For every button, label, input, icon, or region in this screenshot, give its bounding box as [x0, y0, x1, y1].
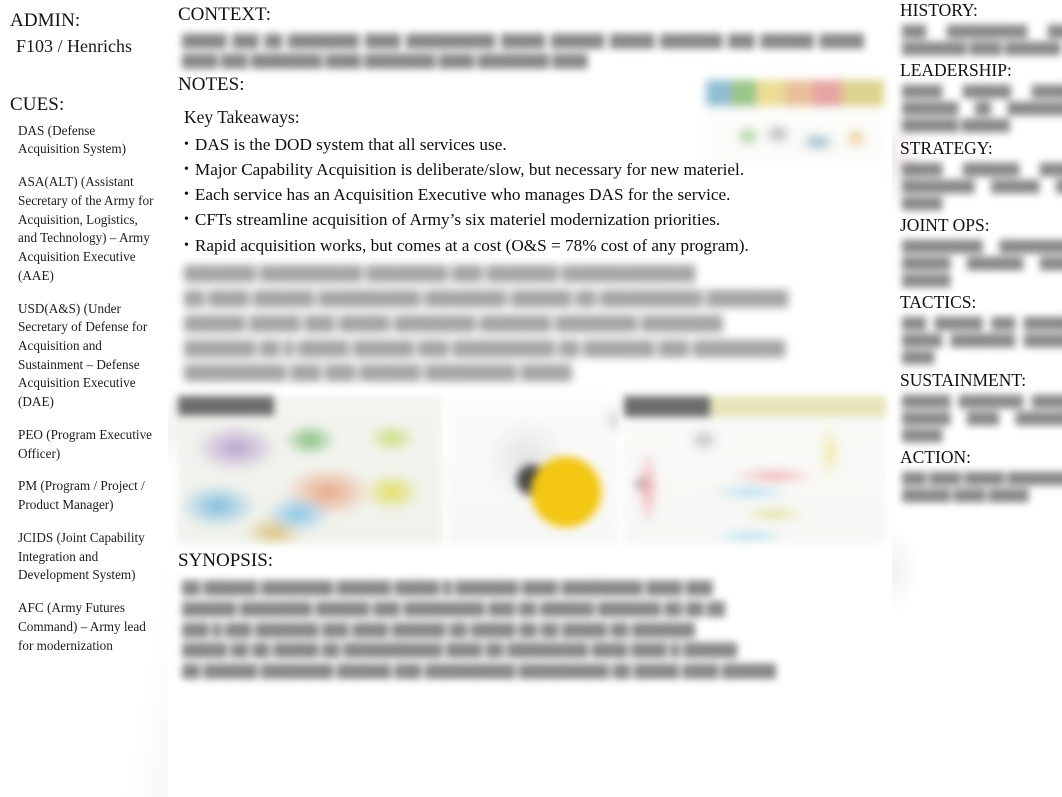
circular-lifecycle-diagram-thumbnail — [448, 395, 618, 544]
takeaway-text: DAS is the DOD system that all services … — [194, 135, 507, 155]
bullet-icon: • — [184, 212, 189, 228]
joint-ops-header: JOINT OPS: — [900, 214, 990, 235]
cue-item: JCIDS (Joint Capability Integration and … — [18, 529, 145, 583]
notes-body-line: ██ ████ ██████ ██████████ ████████ █████… — [184, 290, 789, 307]
joint-ops-body-redacted: ██████████ █████████ ██████ ███████ ████… — [902, 240, 1062, 288]
bullet-icon: • — [184, 137, 189, 153]
synopsis-body-line: ██████ ████████ ██████ ███ █████████ ███… — [182, 601, 725, 616]
admin-header: ADMIN: — [10, 10, 81, 31]
main-column: CONTEXT: █████ ███ ██ ████████ ████ ████… — [168, 0, 892, 797]
action-section: ACTION: ███ ████ █████ ████████ ██████ █… — [900, 447, 1062, 505]
cue-item: DAS (Defense Acquisition System) — [18, 122, 127, 157]
notes-body-redacted: ███████ ██████████ ████████ ███ ███████ … — [178, 258, 886, 390]
notes-body-line: ███████ ██████████ ████████ ███ ███████ … — [184, 265, 696, 282]
synopsis-body-line: ██ ██████ ████████ ██████ █████ █ ██████… — [182, 581, 713, 596]
takeaway-item: • CFTs streamline acquisition of Army’s … — [184, 207, 882, 232]
takeaway-item: • Rapid acquisition works, but comes at … — [184, 233, 882, 258]
action-body-redacted: ███ ████ █████ ████████ ██████ ████ ████… — [902, 472, 1062, 502]
history-body-redacted: ███ ██████████ ███ ████████ ████ ███████ — [902, 26, 1062, 56]
takeaway-text: Rapid acquisition works, but comes at a … — [194, 235, 749, 255]
cue-item: AFC (Army Futures Command) – Army lead f… — [18, 600, 146, 653]
takeaway-item: • Major Capability Acquisition is delibe… — [184, 157, 882, 182]
synopsis-body-line: ███ █ ███ ███████ ███ ████ ██████ ██ ███… — [182, 622, 696, 637]
cues-list: DAS (Defense Acquisition System) ASA(ALT… — [10, 122, 160, 656]
cue-item: PM (Program / Project / Product Manager) — [18, 478, 145, 513]
key-takeaways-title: Key Takeaways: — [184, 107, 300, 128]
synopsis-body-line: █████ ██ ██ █████ ██ ███████████ ████ ██… — [182, 643, 738, 658]
admin-section: ADMIN: F103 / Henrichs — [0, 0, 168, 58]
leadership-body-redacted: █████ ██████ █████ ███████ ██ ████████ █… — [902, 86, 1062, 133]
acquisition-framework-chart-thumbnail — [624, 395, 886, 544]
sustainment-header: SUSTAINMENT: — [900, 369, 1027, 390]
synopsis-body-line: ██ ██████ ████████ ██████ ███ ██████████… — [182, 663, 777, 678]
cues-section: CUES: DAS (Defense Acquisition System) A… — [0, 94, 168, 656]
briefing-sheet-page: ADMIN: F103 / Henrichs CUES: DAS (Defens… — [0, 0, 1062, 797]
tactics-section: TACTICS: ███ ██████ ███ ██████ █████ ███… — [900, 292, 1062, 367]
strategy-header: STRATEGY: — [900, 137, 993, 158]
context-section: CONTEXT: █████ ███ ██ ████████ ████ ████… — [178, 0, 886, 74]
bullet-icon: • — [184, 162, 189, 178]
takeaway-text: Each service has an Acquisition Executiv… — [194, 185, 731, 205]
action-header: ACTION: — [900, 446, 971, 467]
tactics-header: TACTICS: — [900, 292, 977, 313]
context-header: CONTEXT: — [178, 4, 271, 25]
tactics-body-redacted: ███ ██████ ███ ██████ █████ ████████ ███… — [902, 318, 1062, 365]
notes-body-line: ███████ ██ █ █████ ██████ ███ ██████████… — [184, 340, 786, 357]
history-section: HISTORY: ███ ██████████ ███ ████████ ███… — [900, 0, 1062, 58]
acquisition-process-diagram-thumbnail — [178, 395, 442, 544]
leadership-header: LEADERSHIP: — [900, 60, 1012, 81]
notes-body-line: ██████ █████ ███ █████ ████████ ███████ … — [184, 315, 724, 332]
joint-ops-section: JOINT OPS: ██████████ █████████ ██████ █… — [900, 215, 1062, 290]
notes-section: NOTES: Key Takeaways: • DAS is the DOD s… — [178, 74, 886, 390]
takeaway-text: CFTs streamline acquisition of Army’s si… — [194, 210, 721, 230]
cue-item: USD(A&S) (Under Secretary of Defense for… — [18, 300, 148, 410]
synopsis-body-redacted: ██ ██████ ████████ ██████ █████ █ ██████… — [178, 572, 886, 682]
bullet-icon: • — [184, 237, 189, 253]
leadership-section: LEADERSHIP: █████ ██████ █████ ███████ █… — [900, 60, 1062, 135]
synopsis-header: SYNOPSIS: — [178, 549, 274, 571]
diagram-thumbnail-strip — [178, 395, 886, 546]
cue-item: PEO (Program Executive Officer) — [18, 426, 153, 461]
bullet-icon: • — [184, 187, 189, 203]
cues-header: CUES: — [10, 93, 65, 115]
takeaway-item: • Each service has an Acquisition Execut… — [184, 182, 882, 207]
strategy-body-redacted: █████ ███████ ████ █████████ ██████ ██ █… — [902, 163, 1062, 210]
left-column: ADMIN: F103 / Henrichs CUES: DAS (Defens… — [0, 0, 168, 797]
sustainment-section: SUSTAINMENT: ██████ ████████ █████ █████… — [900, 370, 1062, 445]
history-header: HISTORY: — [900, 0, 978, 20]
admin-value: F103 / Henrichs — [16, 36, 132, 57]
takeaway-text: Major Capability Acquisition is delibera… — [194, 160, 745, 180]
sustainment-body-redacted: ██████ ████████ █████ ██████ ████ ██████… — [902, 395, 1062, 442]
takeaway-item: • DAS is the DOD system that all service… — [184, 132, 882, 157]
context-body-redacted: █████ ███ ██ ████████ ████ ██████████ ██… — [182, 34, 864, 68]
notes-body-line: ██████████ ███ ███ ██████ █████████ ████… — [184, 365, 572, 382]
cue-item: ASA(ALT) (Assistant Secretary of the Arm… — [18, 174, 154, 283]
key-takeaways-block: Key Takeaways: • DAS is the DOD system t… — [178, 96, 886, 257]
synopsis-section: SYNOPSIS: ██ ██████ ████████ ██████ ████… — [178, 546, 886, 682]
strategy-section: STRATEGY: █████ ███████ ████ █████████ █… — [900, 138, 1062, 213]
right-column: HISTORY: ███ ██████████ ███ ████████ ███… — [892, 0, 1062, 797]
